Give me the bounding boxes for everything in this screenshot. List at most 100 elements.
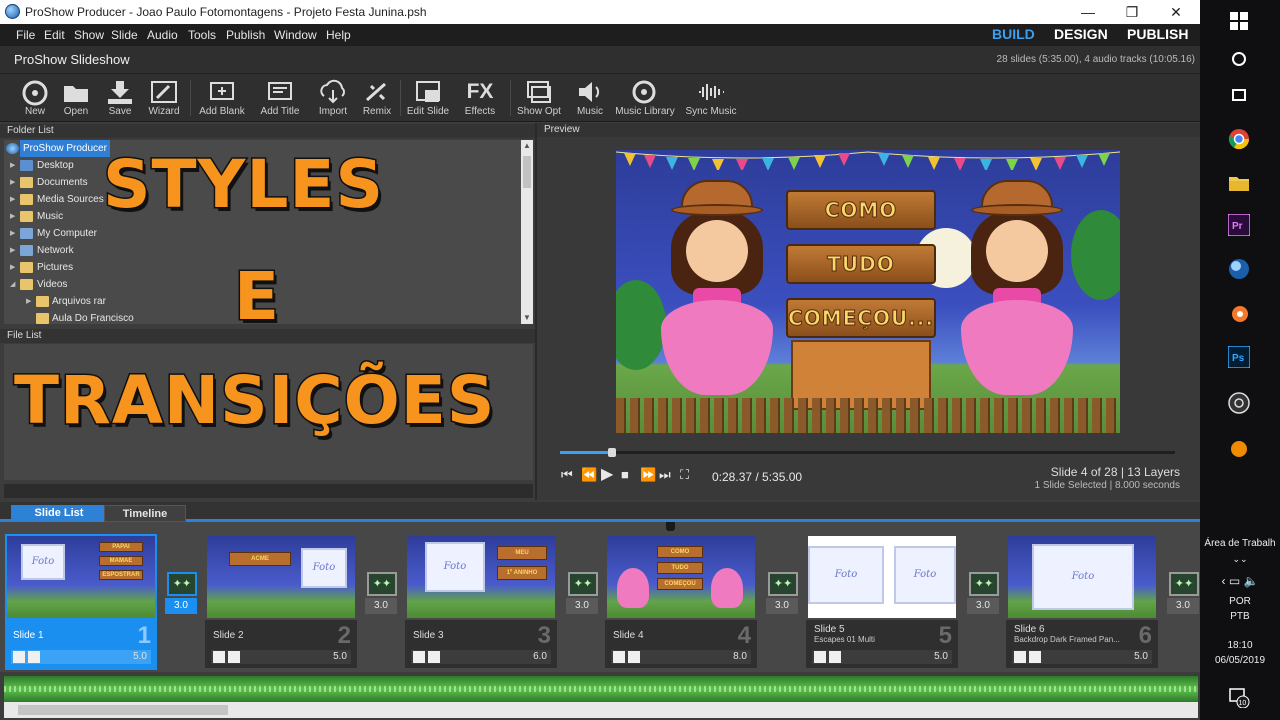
edit-slide-button[interactable]: Edit Slide: [405, 76, 451, 120]
slide-duration[interactable]: 5.0: [333, 651, 347, 662]
slide-6[interactable]: Foto Slide 6 Backdrop Dark Framed Pan...…: [1006, 534, 1158, 670]
expand-arrow-icon[interactable]: ▶: [10, 191, 15, 208]
transition-icon[interactable]: ✦✦: [768, 572, 798, 596]
transition-icon[interactable]: ✦✦: [1169, 572, 1199, 596]
fast-forward-icon[interactable]: ⏩: [640, 467, 656, 483]
effects-button[interactable]: FX Effects: [460, 76, 500, 120]
folder-scrollbar[interactable]: ▲ ▼: [521, 140, 533, 324]
close-button[interactable]: ✕: [1154, 0, 1198, 24]
premiere-pro-icon[interactable]: Pr: [1226, 212, 1252, 238]
slide-duration[interactable]: 5.0: [133, 651, 147, 662]
slide-5[interactable]: Foto Foto Slide 5 Escapes 01 Multi 5 5.0: [806, 534, 958, 670]
transition-icon[interactable]: ✦✦: [167, 572, 197, 596]
keyboard-layout-indicator[interactable]: PTB: [1200, 611, 1280, 622]
slide-thumbnail[interactable]: Foto PAPAI MAMAE ESPOSTRAR: [7, 536, 155, 618]
menu-show[interactable]: Show: [74, 28, 104, 42]
tree-item-my-computer[interactable]: ▶ My Computer: [4, 225, 518, 242]
clock-date[interactable]: 06/05/2019: [1200, 655, 1280, 666]
playback-scrubber[interactable]: [560, 448, 1175, 457]
clock-time[interactable]: 18:10: [1200, 640, 1280, 651]
preview-image[interactable]: COMO TUDO COMEÇOU...: [616, 150, 1120, 433]
menu-edit[interactable]: Edit: [44, 28, 65, 42]
slide-thumbnail[interactable]: Foto MEU 1º ANINHO: [407, 536, 555, 618]
expand-arrow-icon[interactable]: ▶: [10, 208, 15, 225]
skip-to-start-icon[interactable]: ⏮: [561, 467, 573, 483]
slide-list-scrollbar[interactable]: [4, 702, 1198, 718]
import-button[interactable]: Import: [314, 76, 352, 120]
add-blank-button[interactable]: Add Blank: [198, 76, 246, 120]
file-explorer-icon[interactable]: [1226, 170, 1252, 196]
menu-publish[interactable]: Publish: [226, 28, 265, 42]
playhead-marker[interactable]: [666, 522, 675, 531]
menu-slide[interactable]: Slide: [111, 28, 138, 42]
scroll-down-icon[interactable]: ▼: [521, 312, 533, 324]
transition-duration[interactable]: 3.0: [766, 598, 798, 614]
transition-icon[interactable]: ✦✦: [568, 572, 598, 596]
layers-icon[interactable]: [28, 651, 40, 663]
slide-thumbnail[interactable]: ACME Foto: [207, 536, 355, 618]
slideshow-name[interactable]: ProShow Slideshow: [14, 52, 130, 67]
scrubber-handle[interactable]: [608, 448, 617, 457]
fullscreen-icon[interactable]: ⛶: [680, 467, 689, 483]
transition-duration[interactable]: 3.0: [1167, 598, 1199, 614]
slide-duration[interactable]: 5.0: [1134, 651, 1148, 662]
slide-play-icon[interactable]: [13, 651, 25, 663]
menu-help[interactable]: Help: [326, 28, 351, 42]
layers-icon[interactable]: [428, 651, 440, 663]
photoshop-icon[interactable]: Ps: [1226, 344, 1252, 370]
slide-play-icon[interactable]: [1014, 651, 1026, 663]
mode-build[interactable]: BUILD: [992, 26, 1035, 42]
transition-duration[interactable]: 3.0: [165, 598, 197, 614]
tree-item-network[interactable]: ▶ Network: [4, 242, 518, 259]
transition-duration[interactable]: 3.0: [566, 598, 598, 614]
transition-2[interactable]: ✦✦ 3.0: [364, 572, 398, 620]
vlc-icon[interactable]: [1226, 436, 1252, 462]
maximize-button[interactable]: ❐: [1110, 0, 1154, 24]
slide-4[interactable]: COMO TUDO COMEÇOU Slide 4 4 8.0: [605, 534, 757, 670]
music-button[interactable]: Music: [572, 76, 608, 120]
collapse-arrow-icon[interactable]: ◢: [10, 276, 15, 293]
transition-6[interactable]: ✦✦ 3.0: [1166, 572, 1200, 620]
transition-5[interactable]: ✦✦ 3.0: [966, 572, 1000, 620]
slide-thumbnail[interactable]: Foto: [1008, 536, 1156, 618]
new-button[interactable]: New: [15, 76, 55, 120]
menu-window[interactable]: Window: [274, 28, 317, 42]
obs-icon[interactable]: [1226, 390, 1252, 416]
chevron-down-icon[interactable]: ⌄⌄: [1200, 554, 1280, 565]
audio-track-waveform[interactable]: [4, 676, 1198, 702]
layers-icon[interactable]: [829, 651, 841, 663]
expand-arrow-icon[interactable]: ▶: [10, 242, 15, 259]
scroll-thumb[interactable]: [523, 156, 531, 188]
expand-arrow-icon[interactable]: ▶: [26, 293, 31, 310]
transition-duration[interactable]: 3.0: [967, 598, 999, 614]
show-options-button[interactable]: Show Opt: [515, 76, 563, 120]
slide-thumbnail[interactable]: COMO TUDO COMEÇOU: [607, 536, 755, 618]
stop-icon[interactable]: ■: [621, 467, 629, 482]
task-view-icon[interactable]: [1226, 82, 1252, 108]
slide-play-icon[interactable]: [213, 651, 225, 663]
open-button[interactable]: Open: [58, 76, 94, 120]
tab-timeline[interactable]: Timeline: [104, 505, 186, 522]
scroll-up-icon[interactable]: ▲: [521, 140, 533, 152]
menu-audio[interactable]: Audio: [147, 28, 178, 42]
blender-icon[interactable]: [1226, 300, 1252, 326]
expand-arrow-icon[interactable]: ▶: [10, 157, 15, 174]
slide-2[interactable]: ACME Foto Slide 2 2 5.0: [205, 534, 357, 670]
slide-1[interactable]: Foto PAPAI MAMAE ESPOSTRAR Slide 1 1 5.0: [5, 534, 157, 670]
add-title-button[interactable]: Add Title: [257, 76, 303, 120]
chrome-icon[interactable]: [1226, 126, 1252, 152]
menu-file[interactable]: File: [16, 28, 35, 42]
transition-icon[interactable]: ✦✦: [969, 572, 999, 596]
transition-3[interactable]: ✦✦ 3.0: [565, 572, 599, 620]
menu-tools[interactable]: Tools: [188, 28, 216, 42]
language-indicator[interactable]: POR: [1200, 596, 1280, 607]
rewind-icon[interactable]: ⏪: [581, 467, 597, 483]
search-circle-icon[interactable]: [1226, 46, 1252, 72]
slide-duration[interactable]: 6.0: [533, 651, 547, 662]
slide-3[interactable]: Foto MEU 1º ANINHO Slide 3 3 6.0: [405, 534, 557, 670]
music-library-button[interactable]: Music Library: [614, 76, 676, 120]
slide-play-icon[interactable]: [413, 651, 425, 663]
wizard-button[interactable]: Wizard: [145, 76, 183, 120]
notification-center-icon[interactable]: 10: [1226, 684, 1252, 710]
slide-duration[interactable]: 5.0: [934, 651, 948, 662]
